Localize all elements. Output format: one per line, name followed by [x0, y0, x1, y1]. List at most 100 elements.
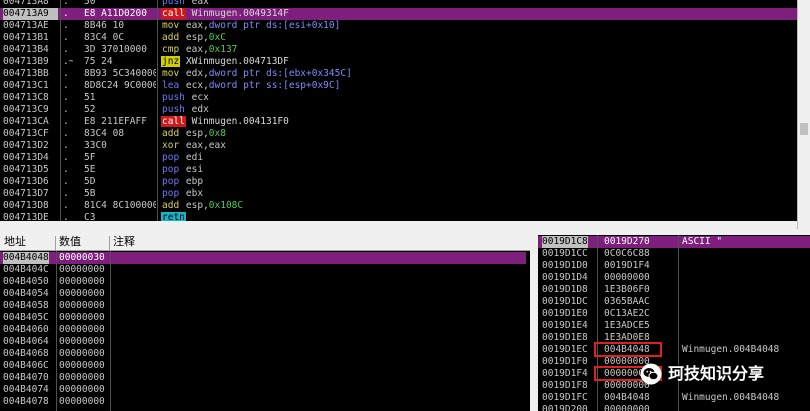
stack-address: 0019D1E4: [542, 320, 588, 331]
stack-address: 0019D1E8: [542, 332, 588, 343]
dump-row[interactable]: 004B4058 00000000: [0, 300, 526, 312]
dump-value: 00000000: [59, 360, 105, 371]
disasm-marker: .: [63, 92, 69, 103]
disasm-operand: 0x108C: [208, 200, 244, 211]
disasm-row[interactable]: 004713CF. 83C4 08 add esp,0x8: [0, 128, 797, 140]
stack-row[interactable]: 0019D1E4 1E3ADCE5: [538, 320, 810, 332]
disasm-row[interactable]: 004713B9 .~ 75 24 jnz XWinmugen.004713DF: [0, 56, 797, 68]
disasm-mnemonic: cmp: [162, 44, 180, 55]
disasm-row[interactable]: 004713D2. 33C0 xor eax,eax: [0, 140, 797, 152]
dump-address: 004B404C: [3, 264, 49, 275]
dump-row[interactable]: 004B4060 00000000: [0, 324, 526, 336]
disasm-row[interactable]: 004713D6. 5D pop ebp: [0, 176, 797, 188]
scrollbar-thumb[interactable]: [800, 123, 808, 135]
disasm-address: 004713B4: [3, 44, 49, 55]
dump-value: 00000000: [59, 324, 105, 335]
disasm-operand: ecx: [191, 92, 209, 103]
dump-row[interactable]: 004B4068 00000000: [0, 348, 526, 360]
dump-row[interactable]: 004B404C 00000000: [0, 264, 526, 276]
dump-row[interactable]: 004B4074 00000000: [0, 384, 526, 396]
dump-value: 00000000: [59, 300, 105, 311]
dump-value: 00000000: [59, 336, 105, 347]
stack-address: 0019D1F0: [542, 356, 588, 367]
dump-value: 00000000: [59, 372, 105, 383]
disasm-row[interactable]: 004713D8. 81C4 8C100000 add esp,0x108C: [0, 200, 797, 212]
disasm-instruction: call Winmugen.004131F0: [161, 116, 796, 128]
disasm-address: 004713D6: [3, 176, 49, 187]
disasm-operand: esp,: [185, 200, 209, 211]
disasm-marker: .: [63, 188, 69, 199]
disasm-address: 004713C9: [3, 104, 49, 115]
dump-address: 004B4048: [3, 252, 49, 264]
disasm-row[interactable]: 004713D7. 5B pop ebx: [0, 188, 797, 200]
dump-row[interactable]: 004B405C 00000000: [0, 312, 526, 324]
disasm-marker: .: [63, 200, 69, 211]
disassembly-scrollbar[interactable]: [797, 0, 810, 229]
disasm-hex: E8 A11D0200: [84, 8, 147, 19]
disasm-row[interactable]: 004713BB. 8B93 5C340000 mov edx,dword ptr …: [0, 68, 797, 80]
disasm-row[interactable]: 004713C9. 52 push edx: [0, 104, 797, 116]
disasm-address: 004713D5: [3, 164, 49, 175]
dump-row[interactable]: 004B4064 00000000: [0, 336, 526, 348]
disasm-instruction: lea ecx,dword ptr ss:[esp+0x9C]: [161, 80, 796, 92]
disasm-address: 004713B1: [3, 32, 49, 43]
dump-value: 00000000: [59, 312, 105, 323]
disasm-row[interactable]: 004713A8. 50 push eax: [0, 0, 797, 8]
disasm-row[interactable]: 004713D4. 5F pop edi: [0, 152, 797, 164]
stack-row[interactable]: 0019D200 00000000: [538, 404, 810, 411]
vertical-splitter[interactable]: [530, 235, 538, 411]
value-column-header[interactable]: 数值: [59, 236, 81, 248]
memory-dump-pane[interactable]: 地址 数值 注释 004B4048 00000030 004B404C 0000000…: [0, 235, 530, 411]
dump-row[interactable]: 004B4078 00000000: [0, 396, 526, 408]
stack-row[interactable]: 0019D1D0 0019D1F4: [538, 260, 810, 272]
stack-row[interactable]: 0019D1E0 0C13AE2C: [538, 308, 810, 320]
dump-value: 00000030: [59, 252, 105, 263]
disasm-row[interactable]: 004713C8. 51 push ecx: [0, 92, 797, 104]
disasm-row[interactable]: 004713B1. 83C4 0C add esp,0xC: [0, 32, 797, 44]
disassembly-pane[interactable]: 004713A8. 50 push eax 004713A9. E8 A11D0200 c…: [0, 0, 810, 229]
stack-row[interactable]: 0019D1EC 004B4048 Winmugen.004B4048: [538, 344, 810, 356]
disasm-row[interactable]: 004713CA. E8 211EFAFF call Winmugen.004131…: [0, 116, 797, 128]
stack-row[interactable]: 0019D1DC 0365BAAC: [538, 296, 810, 308]
disasm-address: 004713AE: [3, 20, 49, 31]
disasm-address: 004713C8: [3, 92, 49, 103]
disasm-instruction: pop edi: [161, 152, 796, 164]
dump-row[interactable]: 004B4048 00000030: [0, 252, 526, 264]
stack-value: 0C13AE2C: [604, 308, 650, 319]
column-separator: [60, 0, 61, 229]
disasm-row[interactable]: 004713C1. 8D8C24 9C000000 lea ecx,dword pt…: [0, 80, 797, 92]
dump-row[interactable]: 004B4050 00000000: [0, 276, 526, 288]
disasm-row[interactable]: 004713AE. 8B46 10 mov eax,dword ptr ds:[es…: [0, 20, 797, 32]
disasm-operand: ecx,: [185, 80, 209, 91]
stack-row[interactable]: 0019D1FC 004B4048 Winmugen.004B4048: [538, 392, 810, 404]
header-separator: [109, 236, 110, 250]
comment-column-header[interactable]: 注释: [113, 236, 135, 248]
dump-header: 地址 数值 注释: [0, 235, 530, 251]
stack-row[interactable]: 0019D1D4 00000000: [538, 272, 810, 284]
stack-row[interactable]: 0019D1CC 0C0C6C88: [538, 248, 810, 260]
address-column-header[interactable]: 地址: [4, 236, 26, 248]
watermark: 珂技知识分享: [640, 361, 764, 387]
dump-row[interactable]: 004B4070 00000000: [0, 372, 526, 384]
dump-row[interactable]: 004B406C 00000000: [0, 360, 526, 372]
dump-row[interactable]: 004B4054 00000000: [0, 288, 526, 300]
disasm-operand: XWinmugen.004713DF: [185, 56, 289, 67]
disasm-hex: 83C4 08: [84, 128, 125, 139]
stack-value: 1E3ADCE5: [604, 320, 650, 331]
disasm-instruction: add esp,0xC: [161, 32, 796, 44]
stack-row[interactable]: 0019D1C8 0019D270 ASCII ": [538, 236, 810, 248]
stack-address: 0019D1E0: [542, 308, 588, 319]
disasm-operand: eax,: [185, 20, 209, 31]
disasm-hex: 50: [84, 0, 96, 7]
disasm-operand: 0xC: [208, 32, 226, 43]
disasm-row[interactable]: 004713A9. E8 A11D0200 call Winmugen.004931…: [0, 8, 797, 20]
disasm-instruction: add esp,0x8: [161, 128, 796, 140]
disasm-row[interactable]: 004713B4. 3D 37010000 cmp eax,0x137: [0, 44, 797, 56]
column-separator: [597, 235, 598, 411]
disasm-operand: ebp: [185, 176, 204, 187]
disasm-row[interactable]: 004713D5. 5E pop esi: [0, 164, 797, 176]
stack-row[interactable]: 0019D1E8 1E3AD0E8: [538, 332, 810, 344]
stack-address: 0019D1F4: [542, 368, 588, 379]
dump-address: 004B406C: [3, 360, 49, 371]
stack-row[interactable]: 0019D1D8 1E3B06F0: [538, 284, 810, 296]
